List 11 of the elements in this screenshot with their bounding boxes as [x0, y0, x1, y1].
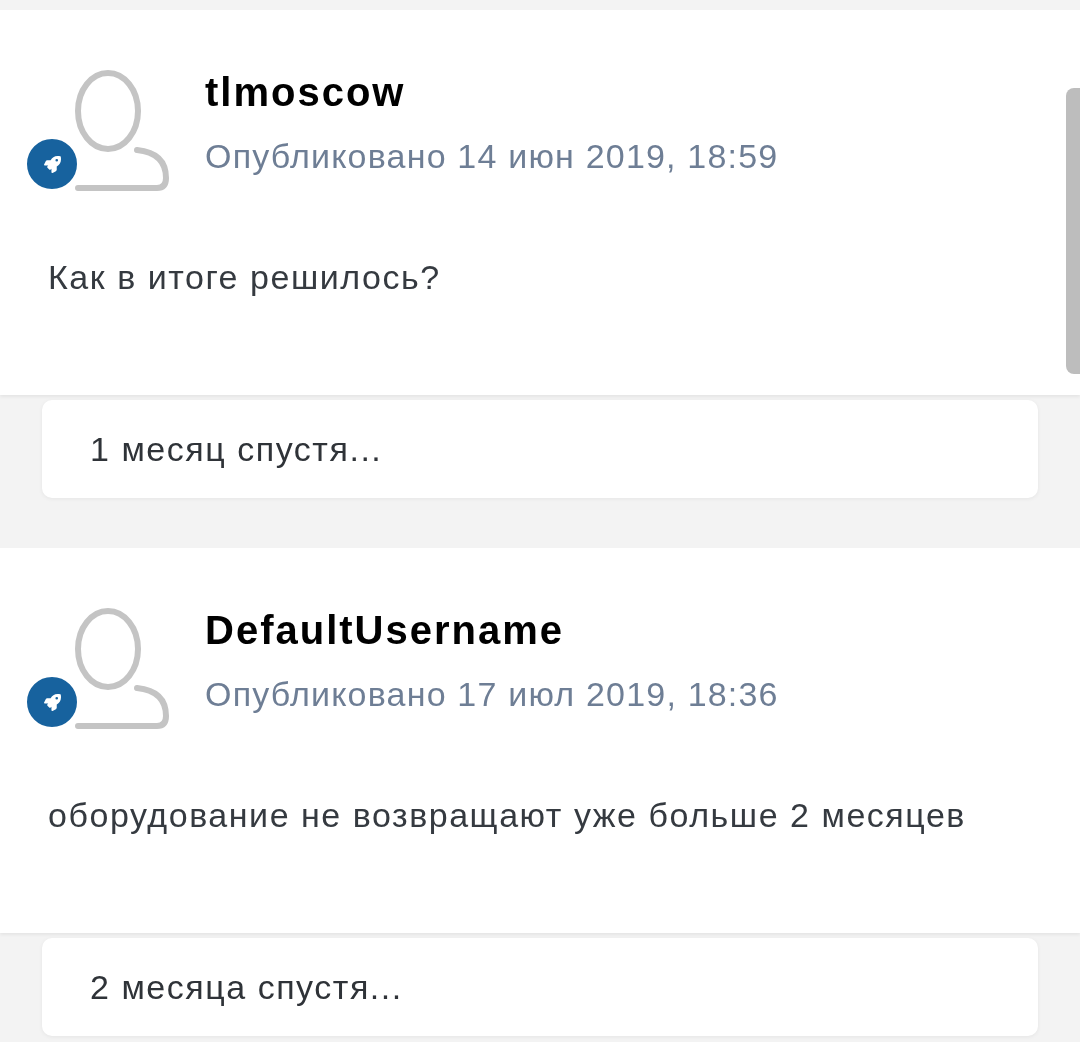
post-date: Опубликовано 14 июн 2019, 18:59: [205, 136, 779, 176]
time-gap-label: 2 месяца спустя...: [90, 967, 403, 1007]
scrollbar-thumb[interactable]: [1066, 88, 1080, 374]
post-body: Как в итоге решилось?: [48, 257, 441, 297]
user-silhouette-icon: [75, 608, 169, 729]
author-name-link[interactable]: DefaultUsername: [205, 606, 564, 654]
time-gap-label: 1 месяц спустя...: [90, 429, 383, 469]
post-date: Опубликовано 17 июл 2019, 18:36: [205, 674, 779, 714]
author-name-link[interactable]: tlmoscow: [205, 68, 406, 116]
post-body: оборудование не возвращают уже больше 2 месяцев: [48, 795, 966, 835]
user-silhouette-icon: [75, 70, 169, 191]
